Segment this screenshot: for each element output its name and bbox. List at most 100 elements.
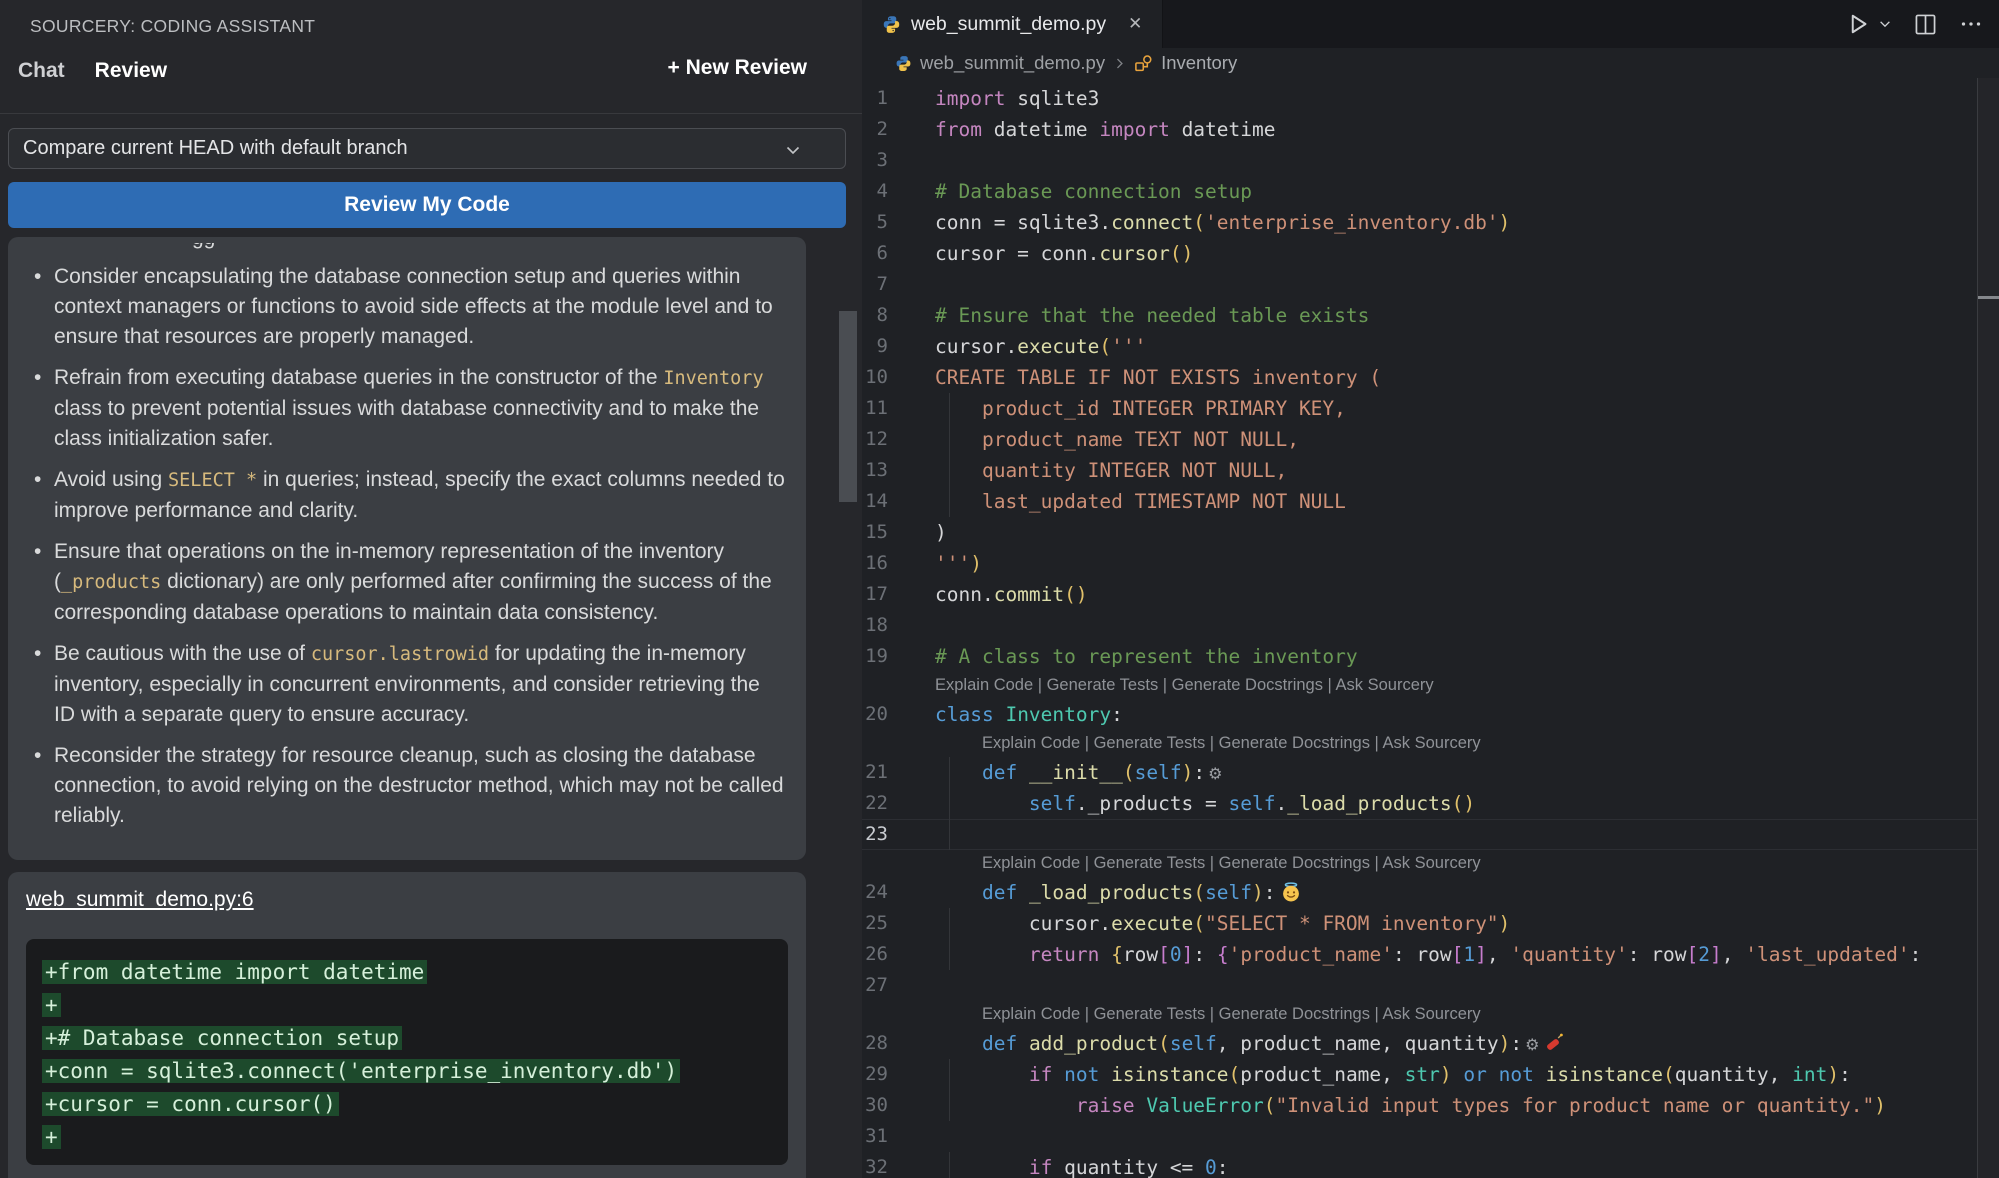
line-number: 11 xyxy=(862,393,935,424)
sidebar-divider xyxy=(0,113,862,114)
code-line[interactable]: 17conn.commit() xyxy=(862,579,1977,610)
line-number: 24 xyxy=(862,877,935,908)
more-actions-icon[interactable] xyxy=(1959,12,1983,36)
code-line[interactable]: 4# Database connection setup xyxy=(862,176,1977,207)
gear-icon: ⚙ xyxy=(1208,764,1222,783)
line-number: 32 xyxy=(862,1152,935,1178)
diff-added-line: +conn = sqlite3.connect('enterprise_inve… xyxy=(42,1055,772,1088)
chevron-down-icon xyxy=(785,142,801,158)
breadcrumb-separator-icon xyxy=(1113,57,1126,70)
code-line[interactable]: 21 def __init__(self):⚙ xyxy=(862,757,1977,788)
review-bullet: Be cautious with the use of cursor.lastr… xyxy=(32,639,786,730)
line-number: 9 xyxy=(862,331,935,362)
indent-guide xyxy=(949,908,950,939)
sidebar-tab-bar: Chat Review + New Review xyxy=(18,56,807,86)
diff-card: web_summit_demo.py:6 +from datetime impo… xyxy=(8,872,806,1178)
code-line[interactable]: 30 raise ValueError("Invalid input types… xyxy=(862,1090,1977,1121)
tab-review[interactable]: Review xyxy=(95,59,167,83)
editor-tab-bar: web_summit_demo.py ✕ xyxy=(862,0,1999,48)
code-line[interactable]: 10CREATE TABLE IF NOT EXISTS inventory ( xyxy=(862,362,1977,393)
indent-guide xyxy=(949,1090,950,1121)
code-line[interactable]: 22 self._products = self._load_products(… xyxy=(862,788,1977,819)
codelens-actions[interactable]: Explain Code | Generate Tests | Generate… xyxy=(982,730,1977,757)
codelens-actions[interactable]: Explain Code | Generate Tests | Generate… xyxy=(935,672,1977,699)
code-line[interactable]: 27 xyxy=(862,970,1977,1001)
codelens-actions[interactable]: Explain Code | Generate Tests | Generate… xyxy=(982,850,1977,877)
indent-guide xyxy=(949,757,950,788)
breadcrumb-symbol[interactable]: Inventory xyxy=(1161,52,1237,74)
line-number: 22 xyxy=(862,788,935,819)
code-line[interactable]: 9cursor.execute(''' xyxy=(862,331,1977,362)
code-line[interactable]: 16''') xyxy=(862,548,1977,579)
editor-scrollbar[interactable] xyxy=(1977,78,1999,1178)
line-number: 14 xyxy=(862,486,935,517)
compare-branch-dropdown-value: Compare current HEAD with default branch xyxy=(23,137,408,159)
code-line[interactable]: 20class Inventory: xyxy=(862,699,1977,730)
diff-added-line: + xyxy=(42,1121,772,1154)
tab-chat[interactable]: Chat xyxy=(18,59,65,83)
code-line[interactable]: 28 def add_product(self, product_name, q… xyxy=(862,1028,1977,1059)
line-number: 29 xyxy=(862,1059,935,1090)
code-line[interactable]: 11 product_id INTEGER PRIMARY KEY, xyxy=(862,393,1977,424)
review-my-code-button[interactable]: Review My Code xyxy=(8,182,846,228)
code-line[interactable]: 1import sqlite3 xyxy=(862,83,1977,114)
line-number: 5 xyxy=(862,207,935,238)
run-dropdown-chevron-icon[interactable] xyxy=(1878,17,1892,31)
line-number: 15 xyxy=(862,517,935,548)
gear-icon: ⚙ xyxy=(1525,1035,1539,1054)
close-icon[interactable]: ✕ xyxy=(1128,14,1142,34)
dynamite-emoji xyxy=(1544,1033,1564,1053)
split-editor-icon[interactable] xyxy=(1914,13,1937,36)
code-line[interactable]: 8# Ensure that the needed table exists xyxy=(862,300,1977,331)
indent-guide xyxy=(949,455,950,486)
code-line[interactable]: 29 if not isinstance(product_name, str) … xyxy=(862,1059,1977,1090)
code-line[interactable]: 25 cursor.execute("SELECT * FROM invento… xyxy=(862,908,1977,939)
code-line[interactable]: 31 xyxy=(862,1121,1977,1152)
run-icon[interactable] xyxy=(1846,12,1870,36)
code-line[interactable]: 18 xyxy=(862,610,1977,641)
tab-web-summit-demo[interactable]: web_summit_demo.py ✕ xyxy=(862,0,1163,48)
diff-added-line: +from datetime import datetime xyxy=(42,956,772,989)
breadcrumb-file[interactable]: web_summit_demo.py xyxy=(920,52,1105,74)
line-number: 30 xyxy=(862,1090,935,1121)
code-line[interactable]: 23 xyxy=(862,819,1977,850)
indent-guide xyxy=(949,939,950,970)
scrollbar-marker xyxy=(1978,296,1999,299)
code-line[interactable]: 3 xyxy=(862,145,1977,176)
line-number: 8 xyxy=(862,300,935,331)
code-line[interactable]: 15) xyxy=(862,517,1977,548)
new-review-button[interactable]: + New Review xyxy=(668,56,807,80)
code-line[interactable]: 32 if quantity <= 0: xyxy=(862,1152,1977,1178)
code-line[interactable]: 12 product_name TEXT NOT NULL, xyxy=(862,424,1977,455)
indent-guide xyxy=(949,486,950,517)
line-number: 28 xyxy=(862,1028,935,1059)
clipped-scrolled-line: gg xyxy=(32,243,786,258)
line-number: 21 xyxy=(862,757,935,788)
diff-added-line: +cursor = conn.cursor() xyxy=(42,1088,772,1121)
line-number: 19 xyxy=(862,641,935,672)
code-line[interactable]: 6cursor = conn.cursor() xyxy=(862,238,1977,269)
indent-guide xyxy=(949,393,950,424)
code-lines[interactable]: 1import sqlite32from datetime import dat… xyxy=(862,78,1977,1178)
codelens-actions[interactable]: Explain Code | Generate Tests | Generate… xyxy=(982,1001,1977,1028)
compare-branch-dropdown[interactable]: Compare current HEAD with default branch xyxy=(8,128,846,169)
code-line[interactable]: 7 xyxy=(862,269,1977,300)
code-line[interactable]: 2from datetime import datetime xyxy=(862,114,1977,145)
line-number: 10 xyxy=(862,362,935,393)
class-symbol-icon xyxy=(1134,54,1153,73)
line-number: 13 xyxy=(862,455,935,486)
code-line[interactable]: 14 last_updated TIMESTAMP NOT NULL xyxy=(862,486,1977,517)
line-number: 2 xyxy=(862,114,935,145)
sidebar-scrollbar[interactable] xyxy=(839,311,857,502)
indent-guide xyxy=(949,1152,950,1178)
python-icon xyxy=(895,55,912,72)
code-line[interactable]: 26 return {row[0]: {'product_name': row[… xyxy=(862,939,1977,970)
code-line[interactable]: 19# A class to represent the inventory xyxy=(862,641,1977,672)
line-number: 27 xyxy=(862,970,935,1001)
code-line[interactable]: 13 quantity INTEGER NOT NULL, xyxy=(862,455,1977,486)
code-line[interactable]: 5conn = sqlite3.connect('enterprise_inve… xyxy=(862,207,1977,238)
python-icon xyxy=(882,15,901,34)
diff-added-line: + xyxy=(42,989,772,1022)
file-line-link[interactable]: web_summit_demo.py:6 xyxy=(26,888,254,912)
code-line[interactable]: 24 def _load_products(self): xyxy=(862,877,1977,908)
